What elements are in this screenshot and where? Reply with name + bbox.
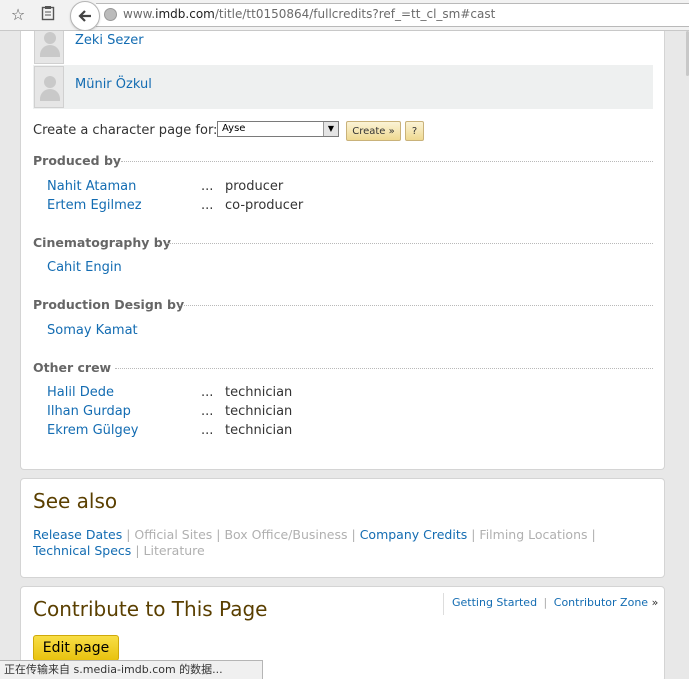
see-also-panel: See also Release Dates | Official Sites …: [20, 478, 665, 578]
cast-name-link[interactable]: Münir Özkul: [75, 77, 152, 92]
page-globe-icon: [104, 8, 117, 21]
help-button[interactable]: ?: [405, 121, 424, 141]
link-technical-specs[interactable]: Technical Specs: [33, 543, 131, 558]
character-page-label: Create a character page for:: [33, 123, 218, 138]
crew-name-link[interactable]: Ilhan Gurdap: [47, 404, 131, 419]
character-select-value: Ayse: [222, 123, 246, 134]
crew-name-link[interactable]: Halil Dede: [47, 385, 114, 400]
section-heading-cinematography: Cinematography by: [33, 235, 171, 250]
section-heading-other-crew: Other crew: [33, 360, 112, 375]
crew-name-link[interactable]: Somay Kamat: [47, 323, 138, 338]
contributor-zone-link[interactable]: Contributor Zone: [554, 596, 648, 609]
see-also-links-line-1: Release Dates | Official Sites | Box Off…: [33, 527, 596, 542]
contribute-heading: Contribute to This Page: [33, 597, 268, 621]
credit-dots: ...: [201, 198, 214, 213]
cast-row: Münir Özkul: [33, 65, 653, 109]
link-literature: Literature: [143, 543, 205, 558]
credit-dots: ...: [201, 423, 214, 438]
link-official-sites: Official Sites: [134, 527, 213, 542]
link-release-dates[interactable]: Release Dates: [33, 527, 122, 542]
crew-name-link[interactable]: Ekrem Gülgey: [47, 423, 138, 438]
cast-row: Zeki Sezer: [33, 31, 653, 65]
clipboard-icon[interactable]: [38, 5, 58, 25]
credit-role: technician: [225, 385, 293, 400]
section-heading-production-design: Production Design by: [33, 297, 185, 312]
credit-dots: ...: [201, 385, 214, 400]
credit-dots: ...: [201, 404, 214, 419]
section-divider: [167, 243, 653, 244]
getting-started-link[interactable]: Getting Started: [452, 596, 537, 609]
dropdown-arrow-icon[interactable]: ▼: [323, 122, 338, 136]
section-divider: [121, 161, 653, 162]
back-arrow-icon[interactable]: [70, 1, 100, 31]
bookmark-star-icon[interactable]: ☆: [8, 5, 28, 25]
url-text[interactable]: www.imdb.com/title/tt0150864/fullcredits…: [123, 7, 495, 21]
person-placeholder-icon[interactable]: [34, 31, 64, 64]
link-filming-locations: Filming Locations: [479, 527, 588, 542]
person-placeholder-icon[interactable]: [34, 66, 64, 108]
credit-role: co-producer: [225, 198, 304, 213]
credit-role: producer: [225, 179, 284, 194]
section-divider: [179, 305, 653, 306]
credits-panel: Zeki Sezer Münir Özkul Create a characte…: [20, 31, 665, 470]
page-content: Zeki Sezer Münir Özkul Create a characte…: [0, 31, 689, 679]
cast-name-link[interactable]: Zeki Sezer: [75, 33, 144, 48]
link-company-credits[interactable]: Company Credits: [360, 527, 468, 542]
section-divider: [115, 368, 653, 369]
edit-page-button[interactable]: Edit page: [33, 635, 119, 661]
crew-name-link[interactable]: Ertem Egilmez: [47, 198, 142, 213]
crew-name-link[interactable]: Cahit Engin: [47, 260, 122, 275]
link-box-office: Box Office/Business: [224, 527, 348, 542]
see-also-links-line-2: Technical Specs | Literature: [33, 543, 205, 558]
browser-toolbar: ☆ www.imdb.com/title/tt0150864/fullcredi…: [0, 0, 689, 31]
credit-role: technician: [225, 423, 293, 438]
url-bar[interactable]: www.imdb.com/title/tt0150864/fullcredits…: [96, 3, 689, 27]
browser-status-bar: 正在传输来自 s.media-imdb.com 的数据...: [0, 660, 263, 679]
crew-name-link[interactable]: Nahit Ataman: [47, 179, 136, 194]
character-select[interactable]: Ayse ▼: [217, 121, 339, 137]
chevron-right-icon: »: [651, 596, 659, 609]
credit-role: technician: [225, 404, 293, 419]
credit-dots: ...: [201, 179, 214, 194]
see-also-heading: See also: [33, 489, 118, 513]
section-heading-produced: Produced by: [33, 153, 122, 168]
contribute-links: Getting Started | Contributor Zone »: [443, 593, 658, 615]
create-character-button[interactable]: Create »: [346, 121, 401, 141]
